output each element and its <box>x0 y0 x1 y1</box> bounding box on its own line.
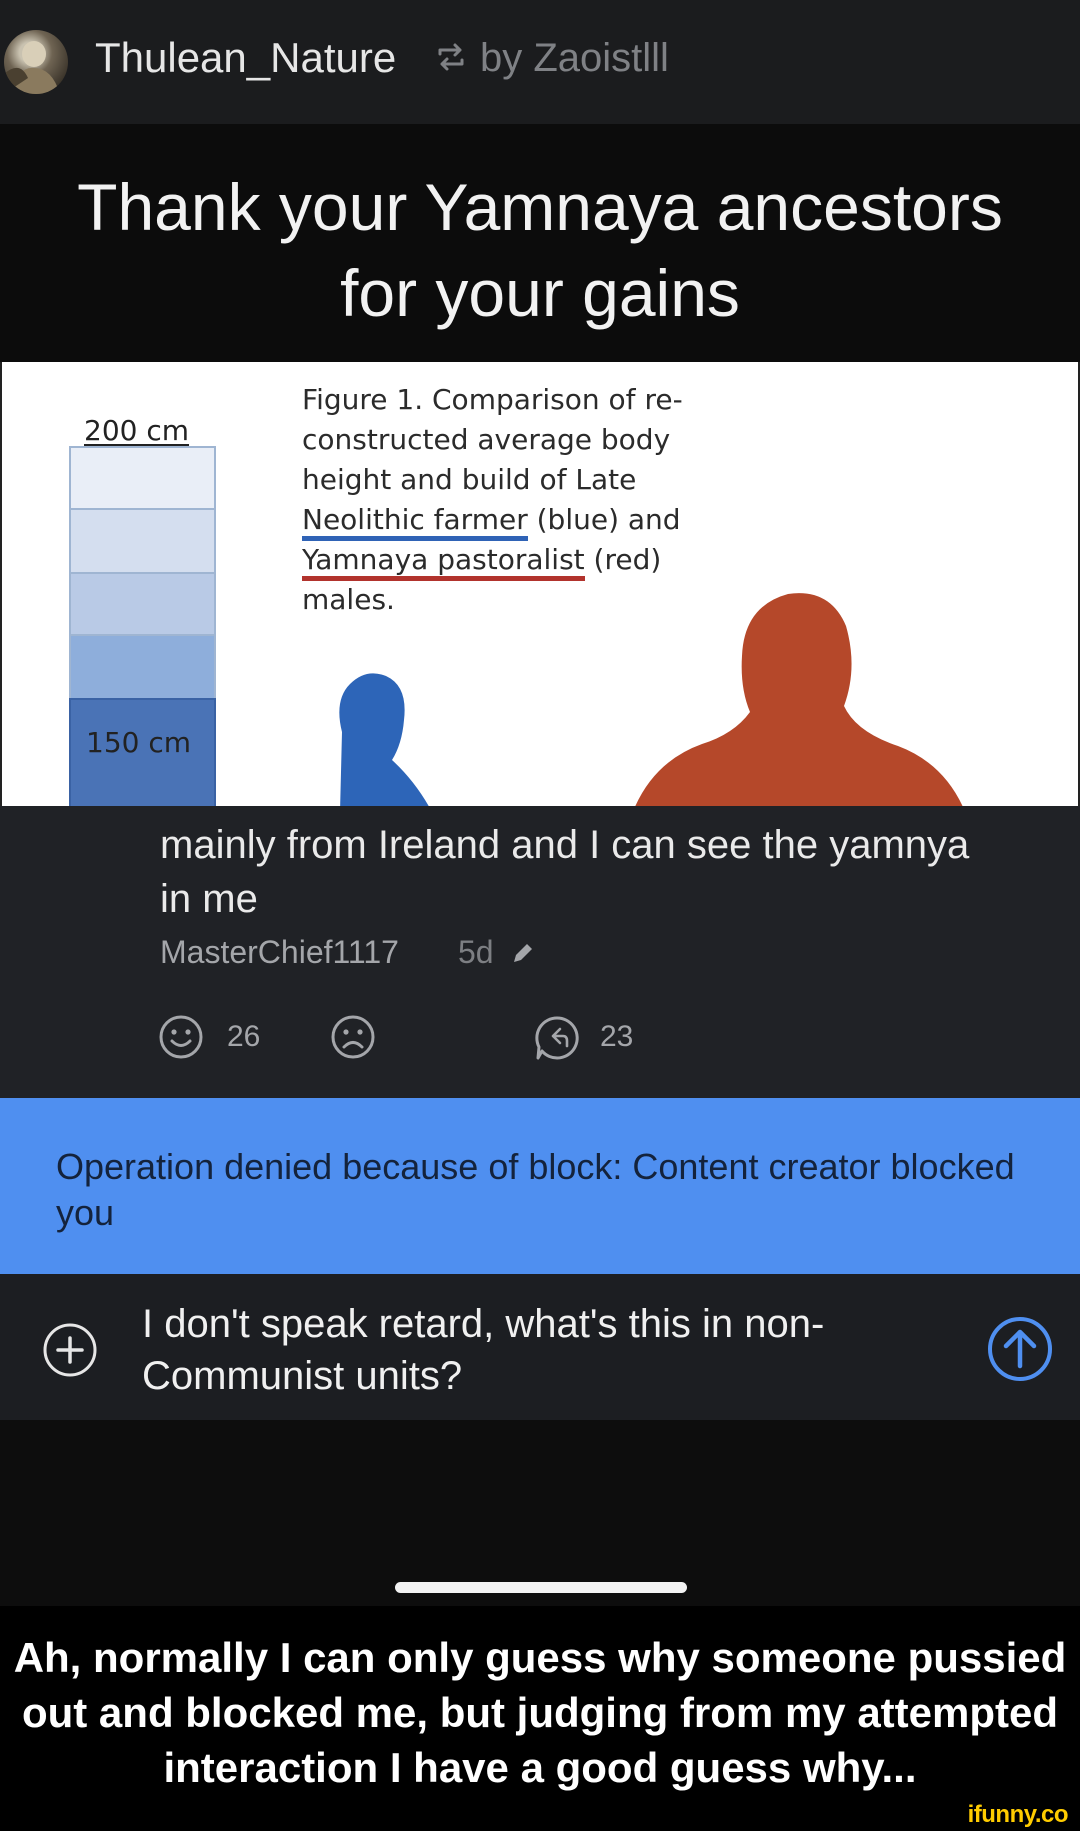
headline-text: Thank your Yamnaya ancestors for your ga… <box>0 164 1080 336</box>
block-error-message: Operation denied because of block: Conte… <box>56 1146 1015 1233</box>
comment-text: mainly from Ireland and I can see the ya… <box>160 823 970 921</box>
home-indicator[interactable] <box>395 1582 687 1593</box>
send-icon[interactable] <box>987 1316 1053 1382</box>
frown-icon[interactable] <box>330 1014 376 1060</box>
neolithic-farmer-silhouette <box>339 673 429 806</box>
reply-count: 23 <box>600 1020 634 1053</box>
repost-by-label[interactable]: by Zaoistlll <box>480 36 669 81</box>
watermark-bar: ifunny.co <box>0 1801 1080 1831</box>
yamnaya-pastoralist-term: Yamnaya pastoralist <box>302 543 585 581</box>
avatar[interactable] <box>4 30 68 94</box>
username[interactable]: Thulean_Nature <box>95 34 396 82</box>
figure-image: 200 cm 150 cm Figure 1. Comparison of re… <box>0 362 1080 806</box>
block-error-banner: Operation denied because of block: Conte… <box>0 1098 1080 1274</box>
post-headline: Thank your Yamnaya ancestors for your ga… <box>0 124 1080 362</box>
edit-icon[interactable] <box>510 940 536 966</box>
ifunny-watermark: ifunny.co <box>967 1801 1069 1828</box>
add-icon[interactable] <box>42 1322 98 1378</box>
headline-line-2: for your gains <box>340 256 740 330</box>
caption-line: Yamnaya pastoralist (red) <box>302 540 722 581</box>
caption-line: constructed average body <box>302 423 671 456</box>
comment-age: 5d <box>458 934 494 970</box>
scale-label-150: 150 cm <box>86 726 192 759</box>
comment-author[interactable]: MasterChief1117 <box>160 934 399 971</box>
comment-card: mainly from Ireland and I can see the ya… <box>0 806 1080 1098</box>
caption-red-suffix: (red) <box>584 543 662 576</box>
comment-compose-bar: I don't speak retard, what's this in non… <box>0 1274 1080 1420</box>
caption-line: height and build of Late <box>302 463 637 496</box>
scale-bar-segment <box>69 572 216 636</box>
repost-icon <box>438 43 464 71</box>
smile-icon[interactable] <box>158 1014 204 1060</box>
scale-bar-segment <box>69 446 216 510</box>
headline-line-1: Thank your Yamnaya ancestors <box>77 170 1003 244</box>
smile-count: 26 <box>227 1020 261 1053</box>
caption-line: Neolithic farmer (blue) and <box>302 500 722 541</box>
meme-caption-text: Ah, normally I can only guess why someon… <box>13 1634 1067 1791</box>
caption-line: Figure 1. Comparison of re- <box>302 383 683 416</box>
scale-bar-segment <box>69 634 216 700</box>
meme-caption: Ah, normally I can only guess why someon… <box>0 1606 1080 1801</box>
home-area <box>0 1420 1080 1606</box>
neolithic-farmer-term: Neolithic farmer <box>302 503 528 541</box>
comment-input[interactable]: I don't speak retard, what's this in non… <box>142 1298 842 1402</box>
post-header: Thulean_Nature by Zaoistlll <box>0 0 1080 124</box>
scale-bar-segment <box>69 508 216 574</box>
caption-blue-suffix: (blue) and <box>527 503 681 536</box>
yamnaya-pastoralist-silhouette <box>635 593 963 806</box>
scale-label-200: 200 cm <box>84 414 190 447</box>
reply-icon[interactable] <box>533 1014 581 1062</box>
